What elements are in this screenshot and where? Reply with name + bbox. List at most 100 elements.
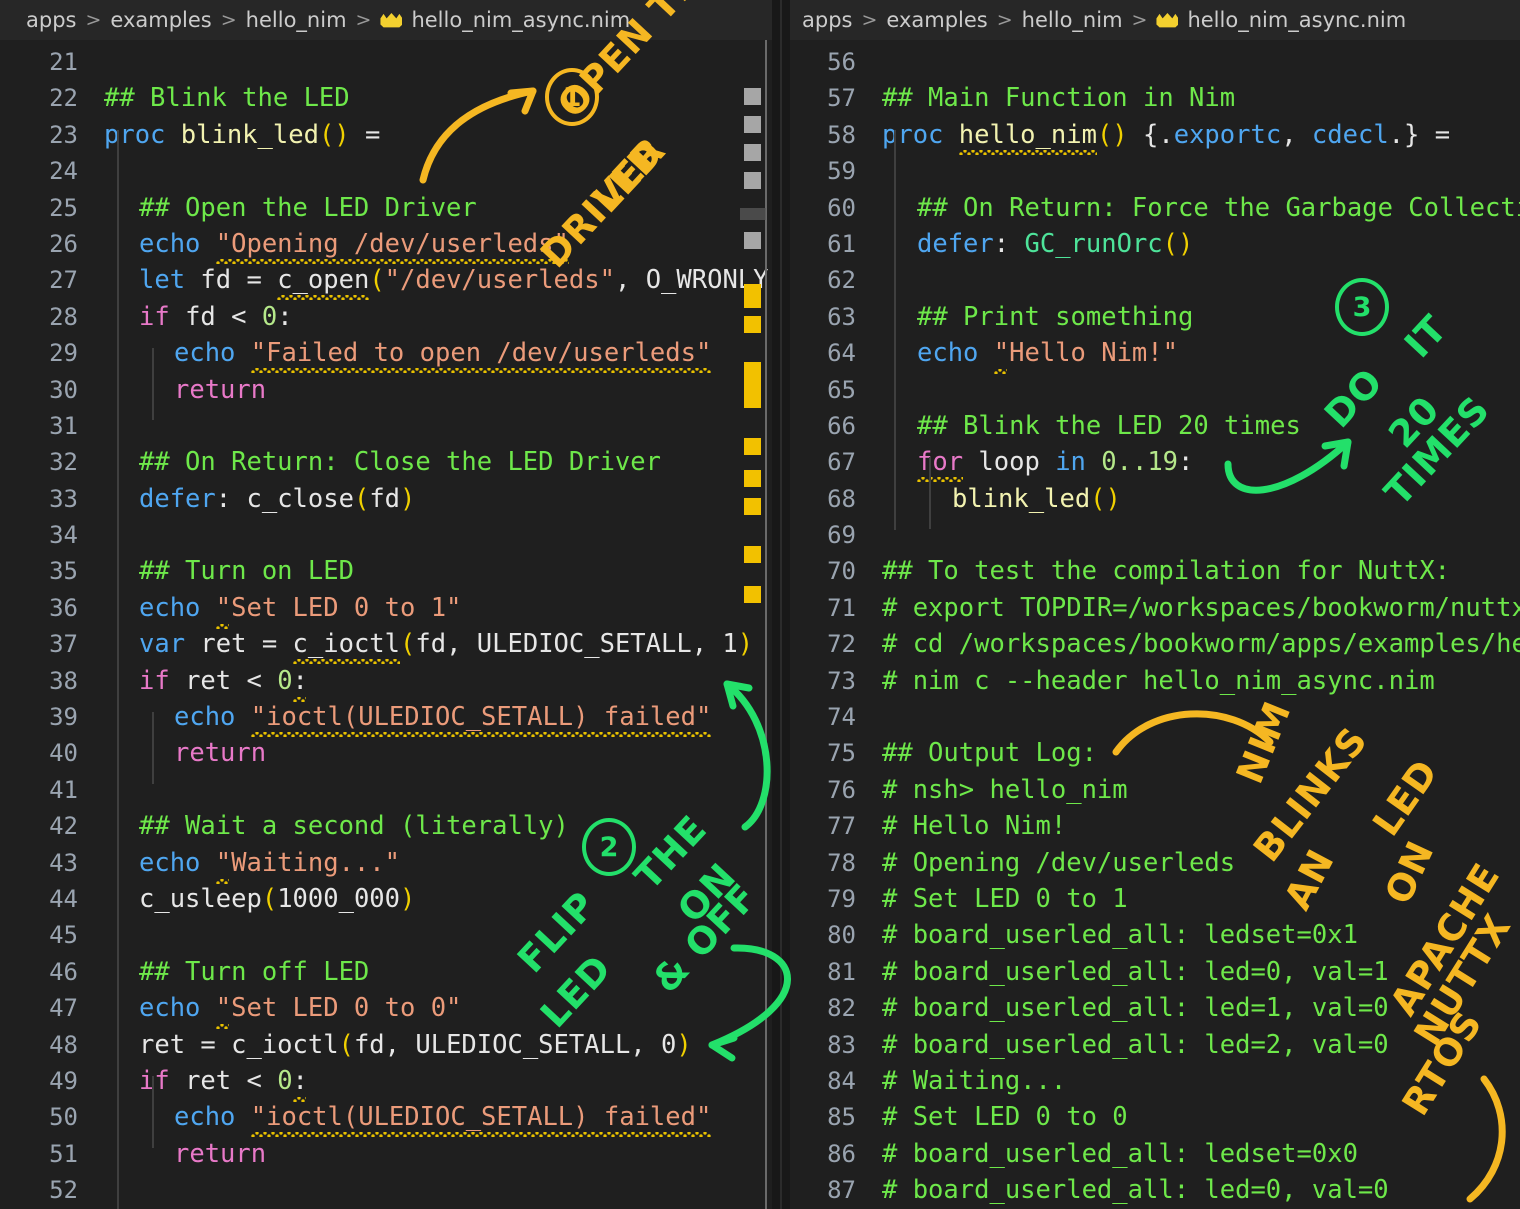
code-line[interactable]: 31	[0, 408, 772, 444]
code-line[interactable]: 81 # board_userled_all: led=0, val=1	[790, 954, 1520, 990]
code-line[interactable]: 29 echo "Failed to open /dev/userleds"	[0, 335, 772, 371]
code-line[interactable]: 78 # Opening /dev/userleds	[790, 845, 1520, 881]
line-number: 42	[49, 812, 78, 841]
code-line[interactable]: 63 ## Print something	[790, 299, 1520, 335]
code-line[interactable]: 43 echo "Waiting..."	[0, 845, 772, 881]
breadcrumb-examples[interactable]: examples	[110, 8, 211, 32]
code-line[interactable]: 86 # board_userled_all: ledset=0x0	[790, 1136, 1520, 1172]
code-line[interactable]: 70 ## To test the compilation for NuttX:	[790, 553, 1520, 589]
ruler-mark-info[interactable]	[744, 172, 761, 189]
code-line[interactable]: 69	[790, 517, 1520, 553]
code-line[interactable]: 80 # board_userled_all: ledset=0x1	[790, 917, 1520, 953]
code-line[interactable]: 47 echo "Set LED 0 to 0"	[0, 990, 772, 1026]
code-token: (	[353, 483, 370, 514]
overview-ruler-left[interactable]	[740, 40, 767, 1209]
code-line[interactable]: 66 ## Blink the LED 20 times	[790, 408, 1520, 444]
code-line[interactable]: 37 var ret = c_ioctl(fd, ULEDIOC_SETALL, …	[0, 626, 772, 662]
code-line[interactable]: 30 return	[0, 372, 772, 408]
code-line[interactable]: 72 # cd /workspaces/bookworm/apps/example…	[790, 626, 1520, 662]
code-line[interactable]: 40 return	[0, 735, 772, 771]
ruler-mark-warning[interactable]	[744, 498, 761, 515]
line-number: 83	[827, 1030, 856, 1059]
code-line[interactable]: 45	[0, 917, 772, 953]
breadcrumb-left[interactable]: apps > examples > hello_nim > hello_nim_…	[0, 0, 772, 40]
breadcrumb-filename[interactable]: hello_nim_async.nim	[411, 8, 630, 32]
code-line[interactable]: 39 echo "ioctl(ULEDIOC_SETALL) failed"	[0, 699, 772, 735]
code-line[interactable]: 68 blink_led()	[790, 481, 1520, 517]
code-line[interactable]: 58 proc hello_nim() {.exportc, cdecl.} =	[790, 117, 1520, 153]
ruler-mark-warning[interactable]	[744, 470, 761, 487]
code-line[interactable]: 46 ## Turn off LED	[0, 954, 772, 990]
code-line[interactable]: 41	[0, 772, 772, 808]
ruler-mark-warning[interactable]	[744, 316, 761, 333]
code-line[interactable]: 27 let fd = c_open("/dev/userleds", O_WRO…	[0, 262, 772, 298]
ruler-viewport-slider[interactable]	[740, 208, 766, 220]
breadcrumb-filename[interactable]: hello_nim_async.nim	[1187, 8, 1406, 32]
code-area-right[interactable]: 56 57 ## Main Function in Nim 58 proc hello_…	[790, 40, 1520, 1209]
code-line[interactable]: 67 for loop in 0..19:	[790, 444, 1520, 480]
breadcrumb-hello-nim[interactable]: hello_nim	[246, 8, 347, 32]
code-line[interactable]: 79 # Set LED 0 to 1	[790, 881, 1520, 917]
ruler-mark-warning[interactable]	[744, 586, 761, 603]
ruler-mark-info[interactable]	[744, 232, 761, 249]
code-line[interactable]: 35 ## Turn on LED	[0, 553, 772, 589]
code-line[interactable]: 32 ## On Return: Close the LED Driver	[0, 444, 772, 480]
ruler-mark-info[interactable]	[744, 88, 761, 105]
code-line[interactable]: 84 # Waiting...	[790, 1063, 1520, 1099]
code-line[interactable]: 33 defer: c_close(fd)	[0, 481, 772, 517]
breadcrumb-apps[interactable]: apps	[26, 8, 76, 32]
code-line[interactable]: 73 # nim c --header hello_nim_async.nim	[790, 663, 1520, 699]
code-line[interactable]: 76 # nsh> hello_nim	[790, 772, 1520, 808]
code-line[interactable]: 50 echo "ioctl(ULEDIOC_SETALL) failed"	[0, 1099, 772, 1135]
editor-pane-left[interactable]: apps > examples > hello_nim > hello_nim_…	[0, 0, 772, 1209]
code-line[interactable]: 23 proc blink_led() =	[0, 117, 772, 153]
code-line[interactable]: 75 ## Output Log:	[790, 735, 1520, 771]
ruler-mark-warning[interactable]	[744, 546, 761, 563]
editor-pane-right[interactable]: apps > examples > hello_nim > hello_nim_…	[790, 0, 1520, 1209]
code-line[interactable]: 61 defer: GC_runOrc()	[790, 226, 1520, 262]
code-line[interactable]: 42 ## Wait a second (literally)	[0, 808, 772, 844]
code-line[interactable]: 65	[790, 372, 1520, 408]
code-line[interactable]: 56	[790, 44, 1520, 80]
code-line[interactable]: 51 return	[0, 1136, 772, 1172]
ruler-mark-info[interactable]	[744, 144, 761, 161]
code-line[interactable]: 60 ## On Return: Force the Garbage Collec…	[790, 190, 1520, 226]
code-line[interactable]: 22 ## Blink the LED	[0, 80, 772, 116]
code-line[interactable]: 64 echo "Hello Nim!"	[790, 335, 1520, 371]
code-line[interactable]: 82 # board_userled_all: led=1, val=0	[790, 990, 1520, 1026]
code-line[interactable]: 62	[790, 262, 1520, 298]
code-area-left[interactable]: 21 22 ## Blink the LED 23 proc blink_led() =…	[0, 40, 772, 1209]
ruler-mark-warning[interactable]	[744, 284, 761, 308]
code-line[interactable]: 28 if fd < 0:	[0, 299, 772, 335]
ruler-mark-warning[interactable]	[744, 362, 761, 408]
breadcrumb-examples[interactable]: examples	[886, 8, 987, 32]
code-line[interactable]: 52	[0, 1172, 772, 1208]
ruler-mark-info[interactable]	[744, 116, 761, 133]
code-line[interactable]: 85 # Set LED 0 to 0	[790, 1099, 1520, 1135]
code-line[interactable]: 59	[790, 153, 1520, 189]
line-content: ret = c_ioctl(fd, ULEDIOC_SETALL, 0)	[78, 1030, 692, 1060]
code-line[interactable]: 44 c_usleep(1000_000)	[0, 881, 772, 917]
code-line[interactable]: 36 echo "Set LED 0 to 1"	[0, 590, 772, 626]
pane-splitter[interactable]	[772, 0, 790, 1209]
code-line[interactable]: 77 # Hello Nim!	[790, 808, 1520, 844]
indent-guide	[894, 130, 896, 530]
code-line[interactable]: 49 if ret < 0:	[0, 1063, 772, 1099]
code-line[interactable]: 87 # board_userled_all: led=0, val=0	[790, 1172, 1520, 1208]
code-line[interactable]: 34	[0, 517, 772, 553]
breadcrumb-hello-nim[interactable]: hello_nim	[1022, 8, 1123, 32]
code-line[interactable]: 48 ret = c_ioctl(fd, ULEDIOC_SETALL, 0)	[0, 1027, 772, 1063]
line-content	[78, 411, 104, 441]
code-line[interactable]: 24	[0, 153, 772, 189]
code-line[interactable]: 25 ## Open the LED Driver	[0, 190, 772, 226]
code-line[interactable]: 38 if ret < 0:	[0, 663, 772, 699]
code-line[interactable]: 74	[790, 699, 1520, 735]
code-line[interactable]: 57 ## Main Function in Nim	[790, 80, 1520, 116]
code-line[interactable]: 83 # board_userled_all: led=2, val=0	[790, 1027, 1520, 1063]
breadcrumb-apps[interactable]: apps	[802, 8, 852, 32]
code-line[interactable]: 21	[0, 44, 772, 80]
ruler-mark-warning[interactable]	[744, 438, 761, 455]
code-line[interactable]: 26 echo "Opening /dev/userleds"	[0, 226, 772, 262]
code-line[interactable]: 71 # export TOPDIR=/workspaces/bookworm/n…	[790, 590, 1520, 626]
breadcrumb-right[interactable]: apps > examples > hello_nim > hello_nim_…	[790, 0, 1520, 40]
